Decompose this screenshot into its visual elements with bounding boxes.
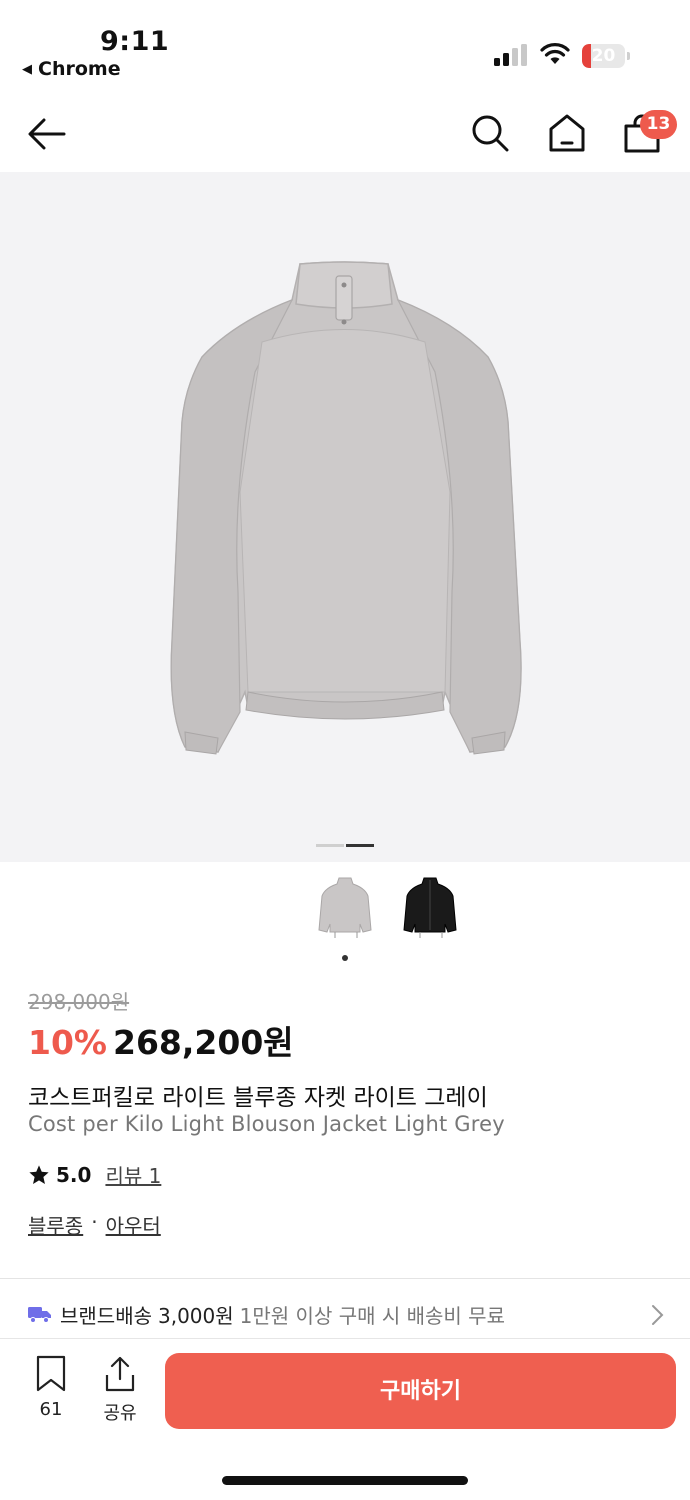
pager-segment-active [346, 844, 374, 847]
back-triangle-icon: ◀ [22, 61, 32, 77]
bookmark-icon [36, 1355, 66, 1392]
selected-color-dot [342, 955, 348, 961]
back-to-app-link[interactable]: ◀ Chrome [22, 58, 121, 80]
category-breadcrumb: 블루종 · 아우터 [28, 1210, 161, 1239]
cart-count-badge: 13 [640, 110, 677, 139]
sale-price: 268,200원 [113, 1023, 294, 1062]
share-button[interactable]: 공유 [98, 1355, 142, 1425]
rating-row: 5.0 리뷰 1 [28, 1160, 161, 1189]
color-thumb-black[interactable] [398, 872, 462, 944]
category-separator: · [91, 1210, 98, 1234]
home-indicator [222, 1476, 468, 1485]
search-icon[interactable] [470, 113, 510, 153]
back-app-label: Chrome [38, 58, 121, 80]
reviews-link[interactable]: 리뷰 1 [105, 1160, 161, 1189]
jacket-back-image [170, 261, 522, 755]
delivery-info-row[interactable]: 브랜드배송 3,000원 1만원 이상 구매 시 배송비 무료 [28, 1298, 668, 1330]
delivery-note: 1만원 이상 구매 시 배송비 무료 [239, 1303, 505, 1328]
share-label: 공유 [103, 1403, 137, 1424]
section-divider [0, 1278, 690, 1279]
share-icon [105, 1356, 135, 1392]
chevron-right-icon [652, 1305, 664, 1325]
original-price: 298,000원 [28, 990, 130, 1014]
delivery-cost: 3,000원 [158, 1303, 234, 1328]
image-pager [316, 844, 374, 847]
wifi-icon [540, 43, 570, 64]
buy-button[interactable]: 구매하기 [165, 1353, 676, 1429]
back-arrow-icon[interactable] [26, 114, 68, 154]
star-icon [29, 1164, 49, 1184]
product-title-english: Cost per Kilo Light Blouson Jacket Light… [28, 1112, 505, 1136]
status-bar: 9:11 ◀ Chrome 20 [0, 0, 690, 96]
category-link-blouson[interactable]: 블루종 [28, 1210, 83, 1239]
color-options [0, 872, 690, 962]
pager-segment [316, 844, 344, 847]
top-navigation: 13 [0, 96, 690, 172]
delivery-label: 브랜드배송 [60, 1303, 152, 1328]
status-time: 9:11 [100, 26, 170, 57]
wishlist-button[interactable]: 61 [30, 1355, 72, 1420]
home-icon[interactable] [546, 112, 588, 154]
color-thumb-grey[interactable] [313, 872, 377, 944]
battery-indicator: 20 [582, 44, 630, 68]
price-row: 10% 268,200원 [28, 1016, 294, 1064]
cellular-signal-icon [494, 44, 527, 66]
discount-rate: 10% [28, 1023, 107, 1062]
product-title-korean: 코스트퍼킬로 라이트 블루종 자켓 라이트 그레이 [28, 1085, 488, 1111]
rating-score: 5.0 [56, 1162, 92, 1187]
product-image[interactable] [0, 172, 690, 862]
category-link-outer[interactable]: 아우터 [106, 1210, 161, 1239]
delivery-truck-icon [28, 1307, 51, 1323]
wishlist-count: 61 [39, 1399, 63, 1420]
battery-percent: 20 [591, 46, 616, 66]
